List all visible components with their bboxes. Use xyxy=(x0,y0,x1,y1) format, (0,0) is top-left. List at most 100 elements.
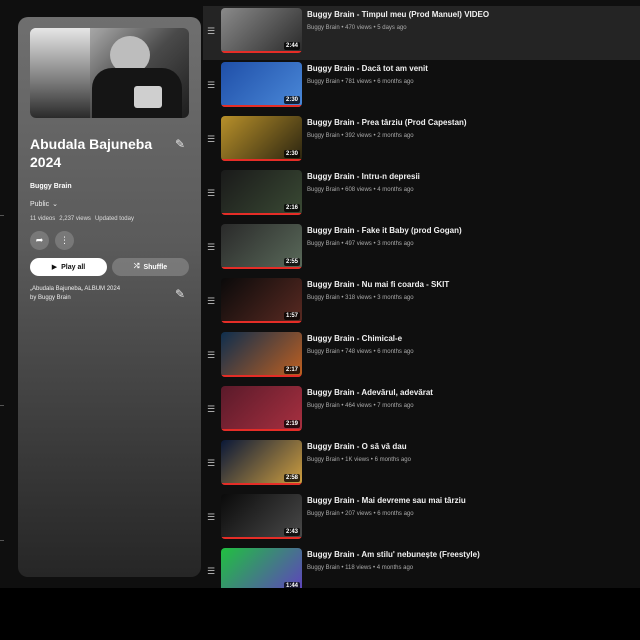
video-thumbnail[interactable]: 2:17 xyxy=(221,332,302,377)
privacy-label: Public xyxy=(30,200,50,208)
play-all-button[interactable]: ▶ Play all xyxy=(30,258,107,276)
video-meta: Buggy Brain • 318 views • 3 months ago xyxy=(307,295,414,301)
video-title[interactable]: Buggy Brain - Timpul meu (Prod Manuel) V… xyxy=(307,10,489,19)
watch-progress-bar xyxy=(221,267,302,269)
watch-progress-bar xyxy=(221,321,302,323)
video-meta: Buggy Brain • 608 views • 4 months ago xyxy=(307,187,414,193)
playlist-video-row[interactable]: ☰ 1:57 Buggy Brain - Nu mai fi coarda - SK… xyxy=(203,276,640,330)
drag-handle-icon[interactable]: ☰ xyxy=(207,405,215,414)
watch-progress-bar xyxy=(221,375,302,377)
video-meta: Buggy Brain • 497 views • 3 months ago xyxy=(307,241,414,247)
video-thumbnail[interactable]: 2:16 xyxy=(221,170,302,215)
playlist-video-row[interactable]: ☰ 2:43 Buggy Brain - Mai devreme sau mai t… xyxy=(203,492,640,546)
drag-handle-icon[interactable]: ☰ xyxy=(207,513,215,522)
video-thumbnail[interactable]: 2:30 xyxy=(221,116,302,161)
video-thumbnail[interactable]: 2:30 xyxy=(221,62,302,107)
playlist-video-row[interactable]: ☰ 2:58 Buggy Brain - O să vă dau Buggy Brai… xyxy=(203,438,640,492)
playlist-video-row[interactable]: ☰ 2:17 Buggy Brain - Chimical-e Buggy Brain… xyxy=(203,330,640,384)
watch-progress-bar xyxy=(221,537,302,539)
video-title[interactable]: Buggy Brain - Mai devreme sau mai târziu xyxy=(307,496,466,505)
edge-mark xyxy=(0,215,4,216)
video-duration: 2:30 xyxy=(283,96,300,104)
watch-progress-bar xyxy=(221,213,302,215)
playlist-video-row[interactable]: ☰ 2:30 Buggy Brain - Dacă tot am venit Bugg… xyxy=(203,60,640,114)
video-meta: Buggy Brain • 470 views • 5 days ago xyxy=(307,25,407,31)
video-title[interactable]: Buggy Brain - Nu mai fi coarda - SKIT xyxy=(307,280,449,289)
edit-description-pencil-icon[interactable]: ✎ xyxy=(175,287,185,303)
chevron-down-icon: ⌄ xyxy=(52,201,58,208)
playlist-video-row[interactable]: ☰ 2:16 Buggy Brain - Intru-n depresii Buggy… xyxy=(203,168,640,222)
video-title[interactable]: Buggy Brain - Adevărul, adevărat xyxy=(307,388,433,397)
video-title[interactable]: Buggy Brain - Fake it Baby (prod Gogan) xyxy=(307,226,462,235)
video-thumbnail[interactable]: 2:55 xyxy=(221,224,302,269)
playlist-video-row[interactable]: ☰ 2:30 Buggy Brain - Prea târziu (Prod Cap… xyxy=(203,114,640,168)
drag-handle-icon[interactable]: ☰ xyxy=(207,297,215,306)
edge-mark xyxy=(0,405,4,406)
share-icon[interactable]: ➦ xyxy=(30,231,49,250)
shuffle-icon: ⤮ xyxy=(133,263,140,270)
video-duration: 2:30 xyxy=(283,150,300,158)
play-icon: ▶ xyxy=(51,264,58,271)
video-title[interactable]: Buggy Brain - Dacă tot am venit xyxy=(307,64,428,73)
shuffle-label: Shuffle xyxy=(143,263,168,271)
video-title[interactable]: Buggy Brain - Chimical-e xyxy=(307,334,402,343)
video-meta: Buggy Brain • 1K views • 6 months ago xyxy=(307,457,411,463)
playlist-video-row[interactable]: ☰ 2:44 Buggy Brain - Timpul meu (Prod Manu… xyxy=(203,6,640,60)
video-meta: Buggy Brain • 748 views • 6 months ago xyxy=(307,349,414,355)
playlist-header-panel: Abudala Bajuneba 2024 ✎ Buggy Brain Publ… xyxy=(18,17,201,577)
drag-handle-icon[interactable]: ☰ xyxy=(207,459,215,468)
video-duration: 2:17 xyxy=(283,366,300,374)
video-meta: Buggy Brain • 207 views • 6 months ago xyxy=(307,511,414,517)
privacy-dropdown[interactable]: Public ⌄ xyxy=(30,200,189,209)
video-title[interactable]: Buggy Brain - Am stilu' nebunește (Frees… xyxy=(307,550,480,559)
playlist-video-row[interactable]: ☰ 2:19 Buggy Brain - Adevărul, adevărat Bug… xyxy=(203,384,640,438)
playlist-stats: 11 videos 2,237 views Updated today xyxy=(30,216,189,222)
drag-handle-icon[interactable]: ☰ xyxy=(207,135,215,144)
drag-handle-icon[interactable]: ☰ xyxy=(207,243,215,252)
drag-handle-icon[interactable]: ☰ xyxy=(207,351,215,360)
shuffle-button[interactable]: ⤮ Shuffle xyxy=(112,258,189,276)
playlist-title: Abudala Bajuneba 2024 xyxy=(30,136,153,170)
video-thumbnail[interactable]: 2:44 xyxy=(221,8,302,53)
playlist-owner[interactable]: Buggy Brain xyxy=(30,183,189,190)
more-options-icon[interactable]: ⋮ xyxy=(55,231,74,250)
video-meta: Buggy Brain • 464 views • 7 months ago xyxy=(307,403,414,409)
drag-handle-icon[interactable]: ☰ xyxy=(207,27,215,36)
video-thumbnail[interactable]: 2:43 xyxy=(221,494,302,539)
video-duration: 2:43 xyxy=(283,528,300,536)
playlist-description: „Abudala Bajuneba„ ALBUM 2024 by Buggy B… xyxy=(30,285,120,303)
video-meta: Buggy Brain • 118 views • 4 months ago xyxy=(307,565,414,571)
description-line-2: by Buggy Brain xyxy=(30,295,71,301)
drag-handle-icon[interactable]: ☰ xyxy=(207,81,215,90)
playlist-video-row[interactable]: ☰ 2:55 Buggy Brain - Fake it Baby (prod Go… xyxy=(203,222,640,276)
play-all-label: Play all xyxy=(61,263,86,271)
watch-progress-bar xyxy=(221,429,302,431)
video-count: 11 videos xyxy=(30,216,56,222)
video-duration: 2:58 xyxy=(283,474,300,482)
playlist-cover-image[interactable] xyxy=(30,28,189,118)
playlist-video-list: ☰ 2:44 Buggy Brain - Timpul meu (Prod Manu… xyxy=(203,6,640,600)
video-thumbnail[interactable]: 2:58 xyxy=(221,440,302,485)
watch-progress-bar xyxy=(221,159,302,161)
view-count: 2,237 views xyxy=(59,216,91,222)
video-thumbnail[interactable]: 1:44 xyxy=(221,548,302,593)
video-thumbnail[interactable]: 1:57 xyxy=(221,278,302,323)
edit-title-pencil-icon[interactable]: ✎ xyxy=(175,137,185,151)
description-line-1: „Abudala Bajuneba„ ALBUM 2024 xyxy=(30,286,121,292)
updated-text: Updated today xyxy=(94,216,134,222)
drag-handle-icon[interactable]: ☰ xyxy=(207,567,215,576)
watch-progress-bar xyxy=(221,105,302,107)
watch-progress-bar xyxy=(221,51,302,53)
video-duration: 2:44 xyxy=(283,42,300,50)
video-duration: 2:16 xyxy=(283,204,300,212)
bottom-black-area xyxy=(0,588,640,640)
video-title[interactable]: Buggy Brain - Prea târziu (Prod Capestan… xyxy=(307,118,467,127)
drag-handle-icon[interactable]: ☰ xyxy=(207,189,215,198)
video-duration: 1:57 xyxy=(283,312,300,320)
video-meta: Buggy Brain • 392 views • 2 months ago xyxy=(307,133,414,139)
video-title[interactable]: Buggy Brain - O să vă dau xyxy=(307,442,407,451)
watch-progress-bar xyxy=(221,483,302,485)
video-duration: 2:19 xyxy=(283,420,300,428)
video-thumbnail[interactable]: 2:19 xyxy=(221,386,302,431)
video-title[interactable]: Buggy Brain - Intru-n depresii xyxy=(307,172,420,181)
